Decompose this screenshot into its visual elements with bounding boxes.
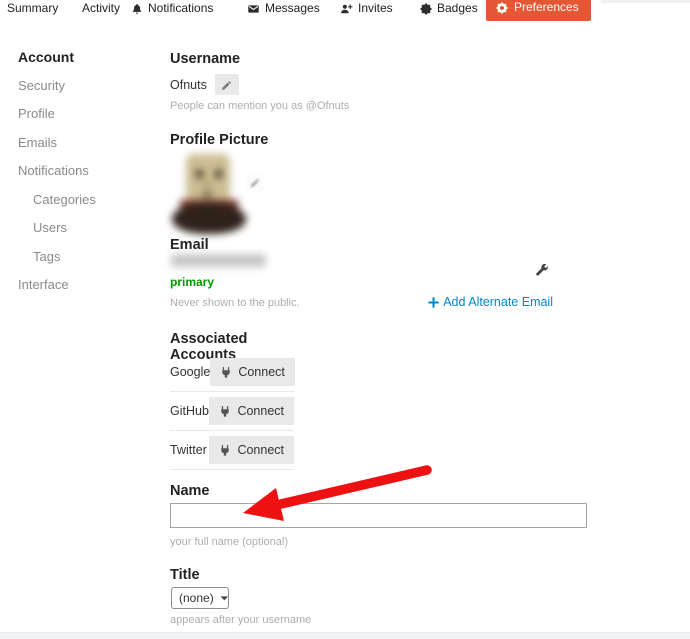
tab-notifications[interactable]: Notifications (131, 1, 213, 15)
add-alternate-email-link[interactable]: Add Alternate Email (428, 295, 553, 309)
connect-twitter-button[interactable]: Connect (209, 436, 294, 464)
name-heading: Name (170, 483, 210, 499)
tab-label: Notifications (148, 1, 214, 15)
tab-preferences[interactable]: Preferences (486, 0, 591, 21)
primary-badge: primary (170, 275, 215, 289)
plug-icon (219, 443, 231, 457)
pencil-icon (250, 175, 260, 190)
name-hint: your full name (optional) (170, 536, 289, 548)
sidebar-item-tags[interactable]: Tags (18, 249, 158, 265)
sidebar-item-categories[interactable]: Categories (18, 192, 158, 208)
sidebar-item-profile[interactable]: Profile (18, 106, 158, 122)
title-select[interactable]: (none) (171, 587, 229, 609)
bell-icon (131, 1, 143, 15)
top-edge-strip (601, 0, 690, 3)
pencil-icon (221, 77, 232, 92)
envelope-icon (247, 1, 260, 15)
connect-google-button[interactable]: Connect (210, 358, 295, 386)
wrench-icon (536, 262, 549, 277)
connect-label: Connect (237, 443, 284, 457)
provider-name: Twitter (170, 443, 207, 457)
tab-messages[interactable]: Messages (247, 1, 320, 15)
plug-icon (220, 365, 232, 379)
bottom-edge-band (0, 632, 690, 639)
sidebar-item-security[interactable]: Security (18, 78, 158, 94)
username-value: Ofnuts (170, 77, 207, 92)
sidebar-item-interface[interactable]: Interface (18, 277, 158, 293)
email-address-blurred (171, 254, 266, 267)
edit-avatar-button[interactable] (246, 174, 263, 191)
tab-label: Messages (265, 1, 320, 15)
manage-email-button[interactable] (536, 261, 549, 277)
caret-down-icon (220, 591, 229, 605)
account-preferences-panel: Username Ofnuts People can mention you a… (170, 45, 587, 639)
email-privacy-note: Never shown to the public. (170, 297, 300, 309)
connect-label: Connect (237, 404, 284, 418)
preferences-sidebar: Account Security Profile Emails Notifica… (18, 49, 158, 306)
user-nav: Summary Activity Notifications Messages … (0, 0, 690, 21)
username-heading: Username (170, 51, 241, 67)
account-row-google: Google Connect (170, 353, 295, 392)
tab-label: Preferences (514, 0, 579, 14)
sidebar-item-account[interactable]: Account (18, 49, 158, 65)
tab-summary[interactable]: Summary (7, 1, 58, 15)
tab-label: Badges (437, 1, 478, 15)
edit-username-button[interactable] (214, 74, 239, 95)
name-input[interactable] (170, 503, 587, 528)
provider-name: Google (170, 365, 211, 379)
associated-accounts-table: Google Connect GitHub Connect Twitter Co… (170, 353, 295, 470)
profile-picture-heading: Profile Picture (170, 132, 269, 148)
email-heading: Email (170, 237, 209, 253)
title-heading: Title (170, 567, 200, 583)
account-row-github: GitHub Connect (170, 392, 294, 431)
connect-github-button[interactable]: Connect (209, 397, 294, 425)
title-selected-value: (none) (179, 591, 214, 605)
tab-activity[interactable]: Activity (82, 1, 120, 15)
certificate-icon (420, 1, 432, 15)
username-row: Ofnuts (170, 74, 239, 95)
plug-icon (219, 404, 231, 418)
sidebar-item-emails[interactable]: Emails (18, 135, 158, 151)
sidebar-item-notifications[interactable]: Notifications (18, 163, 158, 179)
user-plus-icon (340, 1, 353, 15)
title-hint: appears after your username (170, 614, 312, 626)
plus-icon (428, 295, 440, 309)
tab-badges[interactable]: Badges (420, 1, 478, 15)
account-row-twitter: Twitter Connect (170, 431, 294, 470)
tab-label: Invites (358, 1, 393, 15)
sidebar-item-users[interactable]: Users (18, 220, 158, 236)
connect-label: Connect (238, 365, 285, 379)
tab-invites[interactable]: Invites (340, 1, 393, 15)
gear-icon (496, 0, 508, 14)
provider-name: GitHub (170, 404, 209, 418)
avatar (172, 150, 248, 234)
profile-picture-block (170, 150, 280, 236)
username-hint: People can mention you as @Ofnuts (170, 100, 350, 112)
add-alternate-email-label: Add Alternate Email (443, 295, 553, 309)
